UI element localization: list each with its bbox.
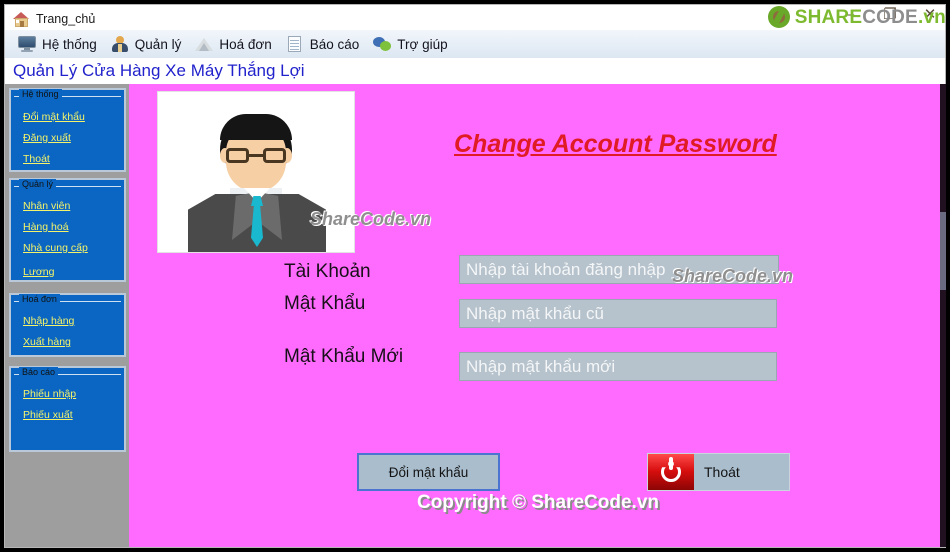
sidebar-item-phieu-xuat[interactable]: Phiếu xuất bbox=[23, 409, 73, 421]
power-icon bbox=[648, 454, 694, 490]
tab-label: Trang_chủ bbox=[36, 12, 96, 26]
vertical-scrollbar[interactable] bbox=[940, 84, 946, 547]
menu-item-he-thong[interactable]: Hệ thống bbox=[15, 31, 108, 57]
menu-item-hoa-don[interactable]: Hoá đơn bbox=[192, 31, 282, 57]
sidebar-item-hang-hoa[interactable]: Hàng hoá bbox=[23, 221, 69, 233]
sidebar-item-dang-xuat[interactable]: Đăng xuất bbox=[23, 132, 71, 144]
menu-item-quan-ly[interactable]: Quản lý bbox=[108, 31, 193, 57]
sidebar-group-title: Báo cáo bbox=[19, 367, 59, 377]
minimize-icon[interactable]: – bbox=[841, 7, 859, 22]
monitor-icon bbox=[18, 36, 36, 52]
client-area: Hệ thống Đổi mật khẩu Đăng xuất Thoát Qu… bbox=[4, 84, 946, 548]
input-mat-khau-moi[interactable]: Nhập mật khẩu mới bbox=[459, 352, 777, 381]
submit-button[interactable]: Đổi mật khẩu bbox=[357, 453, 500, 491]
sidebar-item-xuat-hang[interactable]: Xuất hàng bbox=[23, 336, 71, 348]
menu-item-label: Hoá đơn bbox=[219, 36, 272, 52]
input-placeholder: Nhập tài khoản đăng nhập bbox=[466, 259, 666, 279]
sidebar-group-title: Hoá đơn bbox=[19, 294, 60, 304]
sidebar-group-quan-ly: Quản lý Nhân viên Hàng hoá Nhà cung cấp … bbox=[9, 178, 126, 282]
sidebar-item-doi-mat-khau[interactable]: Đổi mật khẩu bbox=[23, 111, 85, 123]
scrollbar-thumb[interactable] bbox=[940, 212, 946, 290]
app-heading-bar: Quản Lý Cửa Hàng Xe Máy Thắng Lợi bbox=[4, 58, 946, 84]
input-tai-khoan[interactable]: Nhập tài khoản đăng nhập bbox=[459, 255, 779, 284]
label-mat-khau: Mật Khẩu bbox=[284, 293, 366, 314]
sidebar-item-nha-cung-cap[interactable]: Nhà cung cấp bbox=[23, 242, 88, 254]
house-icon bbox=[13, 11, 30, 27]
form-headline: Change Account Password bbox=[454, 130, 777, 158]
input-mat-khau[interactable]: Nhập mật khẩu cũ bbox=[459, 299, 777, 328]
sidebar-group-hoa-don: Hoá đơn Nhập hàng Xuất hàng bbox=[9, 293, 126, 357]
tab-trang-chu[interactable]: Trang_chủ bbox=[9, 7, 104, 31]
application-window: Trang_chủ – ❐ ✕ SHARECODE.vn Hệ thống Qu… bbox=[0, 0, 950, 552]
sidebar-group-title: Quản lý bbox=[19, 179, 57, 189]
sidebar-item-luong[interactable]: Lương bbox=[23, 266, 54, 278]
avatar bbox=[157, 91, 355, 253]
person-icon bbox=[111, 36, 129, 52]
chat-bubbles-icon bbox=[373, 36, 392, 52]
exit-button-label: Thoát bbox=[704, 464, 740, 480]
document-icon bbox=[286, 36, 304, 52]
sidebar-group-bao-cao: Báo cáo Phiếu nhập Phiếu xuất bbox=[9, 366, 126, 452]
menu-item-label: Báo cáo bbox=[309, 36, 360, 52]
menu-item-label: Quản lý bbox=[134, 36, 182, 52]
menu-item-label: Hệ thống bbox=[42, 36, 97, 52]
menu-item-bao-cao[interactable]: Báo cáo bbox=[283, 31, 371, 57]
input-placeholder: Nhập mật khẩu cũ bbox=[466, 303, 604, 323]
label-mat-khau-moi: Mật Khẩu Mới bbox=[284, 346, 404, 367]
close-icon[interactable]: ✕ bbox=[921, 7, 939, 22]
page-title: Quản Lý Cửa Hàng Xe Máy Thắng Lợi bbox=[13, 61, 305, 80]
maximize-icon[interactable]: ❐ bbox=[881, 7, 899, 22]
sidebar-item-phieu-nhap[interactable]: Phiếu nhập bbox=[23, 388, 76, 400]
exit-button[interactable]: Thoát bbox=[647, 453, 790, 491]
triangle-icon bbox=[195, 36, 214, 52]
main-panel: Change Account Password Tài Khoản Nhập t… bbox=[129, 84, 946, 547]
window-controls: – ❐ ✕ bbox=[841, 7, 939, 22]
label-tai-khoan: Tài Khoản bbox=[284, 261, 371, 282]
menu-item-label: Trợ giúp bbox=[397, 36, 448, 52]
menu-item-tro-giup[interactable]: Trợ giúp bbox=[370, 31, 458, 57]
input-placeholder: Nhập mật khẩu mới bbox=[466, 356, 616, 376]
sidebar: Hệ thống Đổi mật khẩu Đăng xuất Thoát Qu… bbox=[5, 84, 129, 547]
sidebar-item-thoat[interactable]: Thoát bbox=[23, 153, 50, 165]
title-bar: Trang_chủ – ❐ ✕ bbox=[4, 4, 946, 31]
menu-bar: Hệ thống Quản lý Hoá đơn Báo cáo Trợ giú… bbox=[4, 30, 946, 58]
sidebar-item-nhap-hang[interactable]: Nhập hàng bbox=[23, 315, 74, 327]
sidebar-group-he-thong: Hệ thống Đổi mật khẩu Đăng xuất Thoát bbox=[9, 88, 126, 172]
copyright-text: Copyright © ShareCode.vn bbox=[416, 492, 660, 513]
sidebar-item-nhan-vien[interactable]: Nhân viên bbox=[23, 200, 70, 212]
sidebar-group-title: Hệ thống bbox=[19, 89, 62, 99]
